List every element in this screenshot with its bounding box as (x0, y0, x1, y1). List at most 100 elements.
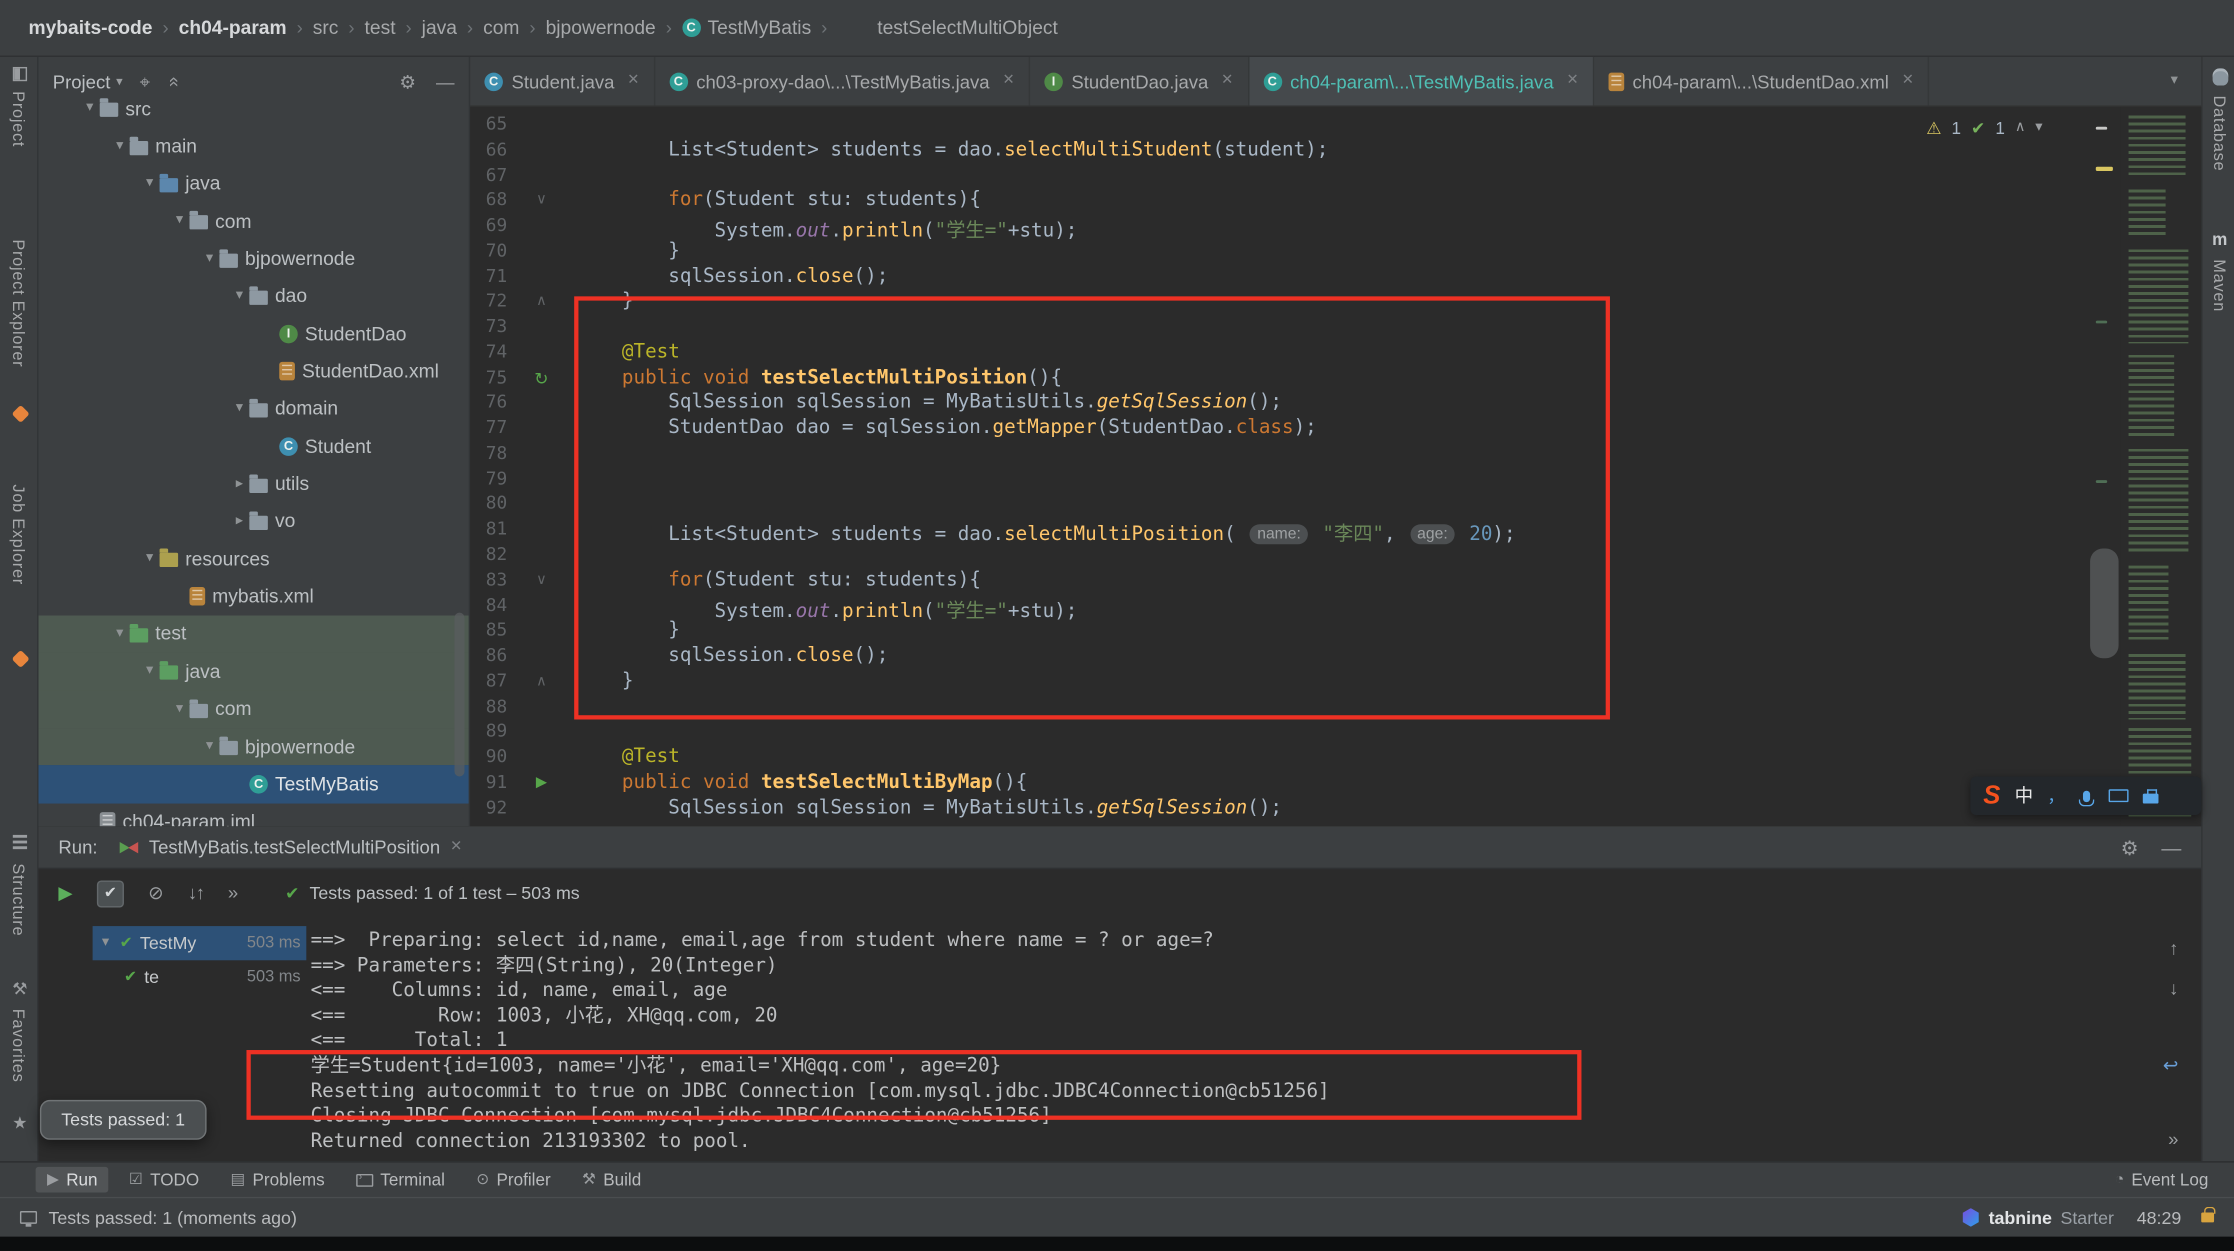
close-icon[interactable]: ✕ (627, 74, 639, 88)
toolwindow-build[interactable]: ⚒Build (571, 1167, 653, 1193)
tool-button-favorites[interactable]: ★ (10, 1114, 30, 1131)
chev-down-icon[interactable]: ▾ (229, 402, 249, 416)
tool-button-label-structure[interactable]: Structure (9, 863, 26, 936)
chev-right-icon[interactable]: ▸ (229, 514, 249, 528)
project-scrollbar[interactable] (454, 613, 464, 777)
tree-item-dao[interactable]: ▾dao (38, 277, 468, 315)
ime-punct-button[interactable]: ， (2047, 787, 2064, 804)
tool-button-label-maven[interactable]: Maven (2210, 259, 2227, 312)
lock-icon[interactable] (2201, 1212, 2214, 1222)
chev-down-icon[interactable]: ▾ (140, 552, 160, 566)
toolwindow-problems[interactable]: ▤Problems (219, 1167, 336, 1193)
ime-toolbox-button[interactable] (2143, 789, 2159, 803)
collapse-icon[interactable]: « (166, 77, 185, 87)
toolwindow-todo[interactable]: ☑TODO (118, 1167, 211, 1193)
rerun-icon[interactable]: ↻ (534, 370, 548, 387)
switcher-icon[interactable] (14, 1173, 27, 1186)
locate-icon[interactable]: ⌖ (140, 73, 150, 92)
tool-button-database[interactable] (2210, 68, 2230, 85)
close-icon[interactable]: ✕ (450, 840, 462, 854)
tool-button-project[interactable] (10, 67, 30, 81)
minimap[interactable] (2120, 107, 2201, 826)
hide-icon[interactable]: — (436, 73, 455, 92)
status-message[interactable]: Tests passed: 1 (moments ago) (20, 1207, 297, 1227)
breadcrumb-item-java[interactable]: java (422, 17, 457, 38)
test-node-te[interactable]: ✔te503 ms (93, 960, 307, 994)
ime-zh-button[interactable]: 中 (2015, 786, 2034, 805)
chev-down-icon[interactable]: ▾ (98, 936, 112, 950)
tree-item-main[interactable]: ▾main (38, 127, 468, 165)
test-node-testmy[interactable]: ▾✔TestMy503 ms (93, 926, 307, 960)
tree-item-studentdao-xml[interactable]: StudentDao.xml (38, 352, 468, 390)
sogou-logo[interactable]: S (1983, 781, 2000, 811)
run-tool-show-passed[interactable]: ✔ (97, 880, 124, 907)
tool-button-structure[interactable] (10, 835, 30, 849)
chev-down-icon[interactable]: ▾ (140, 664, 160, 678)
ime-grid4-button[interactable] (2173, 789, 2186, 802)
settings-icon[interactable]: ⚙ (2121, 837, 2139, 857)
tool-button-maven[interactable]: m (2210, 231, 2230, 248)
tree-item-ch04-param-iml[interactable]: ch04-param.iml (38, 803, 468, 826)
chev-down-icon[interactable]: ▾ (229, 289, 249, 303)
tab-student-java[interactable]: CStudent.java✕ (470, 57, 655, 105)
run-tool-play[interactable]: ▶ (58, 880, 72, 906)
tree-item-bjpowernode[interactable]: ▾bjpowernode (38, 240, 468, 278)
run-icon[interactable]: ▶ (536, 776, 547, 790)
tree-item-src[interactable]: ▾src (38, 90, 468, 128)
tabnine-status[interactable]: tabnine Starter (1962, 1207, 2114, 1227)
tool-button-label-database[interactable]: Database (2210, 95, 2227, 171)
console-wrap-button[interactable]: ↩ (2163, 1054, 2179, 1075)
close-icon[interactable]: ✕ (1566, 74, 1578, 88)
breadcrumb-item-testselectmultiobject[interactable]: testSelectMultiObject (877, 17, 1058, 38)
tree-item-bjpowernode[interactable]: ▾bjpowernode (38, 728, 468, 766)
console-down-button[interactable]: ↓ (2169, 977, 2178, 998)
breadcrumb-item-mybaits-code[interactable]: mybaits-code (28, 17, 152, 38)
chev-up-icon[interactable]: ∧ (2015, 121, 2025, 135)
tree-item-com[interactable]: ▾com (38, 202, 468, 240)
tree-item-java[interactable]: ▾java (38, 165, 468, 203)
chev-down-icon[interactable]: ▾ (170, 214, 190, 228)
tree-item-java[interactable]: ▾java (38, 653, 468, 691)
breadcrumb-item-testmybatis[interactable]: CTestMyBatis (682, 17, 811, 38)
tree-item-mybatis-xml[interactable]: mybatis.xml (38, 578, 468, 616)
tree-item-domain[interactable]: ▾domain (38, 390, 468, 428)
breadcrumb-item-ch04-param[interactable]: ch04-param (179, 17, 287, 38)
chev-down-icon[interactable]: ▾ (80, 101, 100, 115)
tab-ch03-proxy-dao-testmybatis-java[interactable]: Cch03-proxy-dao\...\TestMyBatis.java✕ (655, 57, 1030, 105)
tree-item-test[interactable]: ▾test (38, 615, 468, 653)
chev-down-icon[interactable]: ▾ (110, 627, 130, 641)
editor-scrollbar[interactable] (2090, 549, 2118, 659)
chev-down-icon[interactable]: ▾ (170, 702, 190, 716)
tree-item-studentdao[interactable]: IStudentDao (38, 315, 468, 353)
toolwindow-terminal[interactable]: Terminal (345, 1167, 457, 1193)
ime-keyboard-button[interactable] (2109, 789, 2129, 802)
breadcrumb-item-src[interactable]: src (313, 17, 339, 38)
tree-item-resources[interactable]: ▾resources (38, 540, 468, 578)
console-up-button[interactable]: ↑ (2169, 937, 2178, 958)
run-tool-more[interactable]: » (228, 880, 238, 906)
close-icon[interactable]: ✕ (1221, 74, 1233, 88)
tree-item-com[interactable]: ▾com (38, 690, 468, 728)
tree-item-testmybatis[interactable]: CTestMyBatis (38, 765, 468, 803)
chev-down-icon[interactable]: ▾ (140, 176, 160, 190)
chev-right-icon[interactable]: ▸ (229, 477, 249, 491)
toolwindow-run[interactable]: ▶Run (36, 1167, 109, 1193)
run-tab[interactable]: TestMyBatis.testSelectMultiPosition✕ (120, 836, 462, 857)
tool-button-wrench[interactable]: ⚒ (10, 980, 30, 997)
ime-mic-button[interactable] (2079, 790, 2095, 801)
chev-down-icon[interactable]: ▾ (110, 139, 130, 153)
toolwindow-profiler[interactable]: ⊙Profiler (465, 1167, 562, 1193)
chev-down-icon[interactable]: ▾ (199, 739, 219, 753)
run-tool-sort[interactable]: ↓↑ (188, 880, 204, 906)
editor[interactable]: 6566 List<Student> students = dao.select… (470, 107, 2201, 826)
hidden-tabs-button[interactable]: ▾ (2147, 57, 2201, 105)
tool-button-label-project-explorer[interactable]: Project Explorer (9, 239, 26, 367)
breadcrumb-item-com[interactable]: com (483, 17, 519, 38)
chev-down-icon[interactable]: ▾ (2035, 121, 2042, 135)
hide-icon[interactable]: — (2161, 837, 2181, 857)
console-more-button[interactable]: » (2168, 1128, 2178, 1149)
close-icon[interactable]: ✕ (1902, 74, 1914, 88)
tab-studentdao-java[interactable]: IStudentDao.java✕ (1030, 57, 1249, 105)
code-area[interactable]: 6566 List<Student> students = dao.select… (470, 107, 2201, 821)
tool-button-job-explorer[interactable] (10, 653, 30, 666)
